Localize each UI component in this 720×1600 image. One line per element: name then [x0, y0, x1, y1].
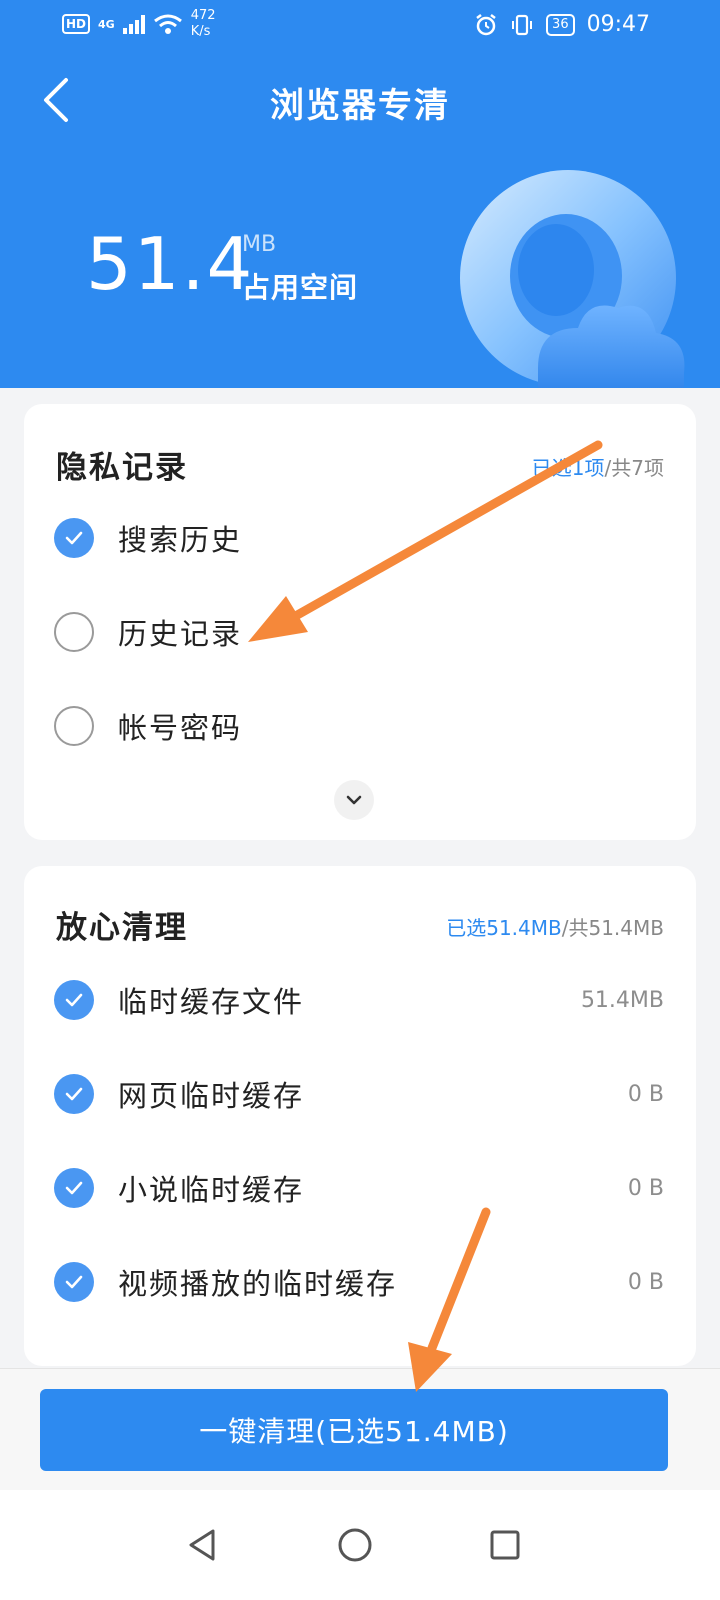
safe-clean-summary-total: /共51.4MB [561, 916, 664, 940]
nav-recents-button[interactable] [470, 1510, 540, 1580]
privacy-item-history[interactable]: 历史记录 [54, 602, 664, 662]
safe-clean-title: 放心清理 [56, 910, 188, 946]
clean-item-label: 小说临时缓存 [118, 1173, 305, 1207]
clean-item-size: 0 B [627, 1175, 664, 1201]
safe-clean-summary: 已选51.4MB/共51.4MB [446, 912, 664, 941]
status-bar: HD 4G 472 K/s 36 09:47 [0, 0, 720, 52]
checked-icon[interactable] [54, 1262, 94, 1302]
privacy-title: 隐私记录 [56, 450, 188, 486]
occupied-size-unit: MB [242, 232, 277, 257]
unchecked-icon[interactable] [54, 706, 94, 746]
page-title: 浏览器专清 [270, 86, 450, 126]
occupied-size-label: 占用空间 [242, 271, 359, 304]
nav-recents-icon [490, 1530, 520, 1560]
clean-item-video-cache[interactable]: 视频播放的临时缓存 0 B [54, 1252, 664, 1312]
privacy-summary: 已选1项/共7项 [532, 452, 664, 481]
privacy-item-search-history[interactable]: 搜索历史 [54, 508, 664, 568]
alarm-icon [476, 13, 496, 35]
checked-icon[interactable] [54, 980, 94, 1020]
safe-clean-card: 放心清理 已选51.4MB/共51.4MB 临时缓存文件 51.4MB 网页临时… [24, 866, 696, 1366]
clock: 09:47 [586, 12, 650, 37]
clean-item-label: 网页临时缓存 [118, 1079, 305, 1113]
nav-home-button[interactable] [320, 1510, 390, 1580]
privacy-item-passwords[interactable]: 帐号密码 [54, 696, 664, 756]
chevron-down-icon [346, 795, 362, 805]
browser-logo-icon [460, 170, 685, 388]
speed-value: 472 [190, 8, 216, 23]
safe-clean-summary-selected: 已选51.4MB [446, 916, 562, 940]
network-speed: 472 K/s [191, 8, 216, 40]
nav-back-button[interactable] [168, 1510, 238, 1580]
unchecked-icon[interactable] [54, 612, 94, 652]
nav-home-icon [338, 1528, 372, 1562]
clean-item-temp-cache-files[interactable]: 临时缓存文件 51.4MB [54, 970, 664, 1030]
checked-icon[interactable] [54, 1074, 94, 1114]
one-click-clean-button[interactable]: 一键清理(已选51.4MB) [40, 1389, 668, 1471]
clean-item-size: 0 B [627, 1269, 664, 1295]
privacy-item-label: 搜索历史 [118, 523, 243, 557]
network-type: 4G [98, 17, 115, 31]
nav-bar: 浏览器专清 [0, 60, 720, 140]
nav-back-icon [189, 1529, 215, 1561]
checked-icon[interactable] [54, 518, 94, 558]
bottom-action-bar: 一键清理(已选51.4MB) [0, 1368, 720, 1490]
occupied-size-value: 51.4 [86, 222, 255, 306]
battery-icon: 36 [546, 13, 575, 36]
status-right: 36 09:47 [474, 12, 650, 37]
wifi-icon [153, 14, 182, 34]
clean-item-size: 51.4MB [580, 987, 664, 1013]
checked-icon[interactable] [54, 1168, 94, 1208]
clean-item-size: 0 B [627, 1081, 664, 1107]
privacy-summary-total: /共7项 [604, 456, 664, 480]
vibrate-icon [512, 14, 533, 35]
signal-icon [122, 14, 145, 34]
clean-item-webpage-cache[interactable]: 网页临时缓存 0 B [54, 1064, 664, 1124]
clean-item-label: 临时缓存文件 [118, 985, 305, 1019]
system-nav-bar [0, 1490, 720, 1600]
privacy-item-label: 帐号密码 [118, 711, 243, 745]
status-left: HD 4G 472 K/s [62, 8, 216, 40]
privacy-item-label: 历史记录 [118, 617, 243, 651]
clean-item-novel-cache[interactable]: 小说临时缓存 0 B [54, 1158, 664, 1218]
speed-unit: K/s [190, 24, 211, 39]
clean-item-label: 视频播放的临时缓存 [118, 1267, 398, 1301]
privacy-summary-selected: 已选1项 [531, 456, 605, 480]
header: HD 4G 472 K/s 36 09:47 浏览器专清 51.4 MB 占用空… [0, 0, 720, 388]
hd-badge: HD [62, 14, 91, 34]
expand-button[interactable] [334, 780, 374, 820]
privacy-records-card: 隐私记录 已选1项/共7项 搜索历史 历史记录 帐号密码 [24, 404, 696, 840]
